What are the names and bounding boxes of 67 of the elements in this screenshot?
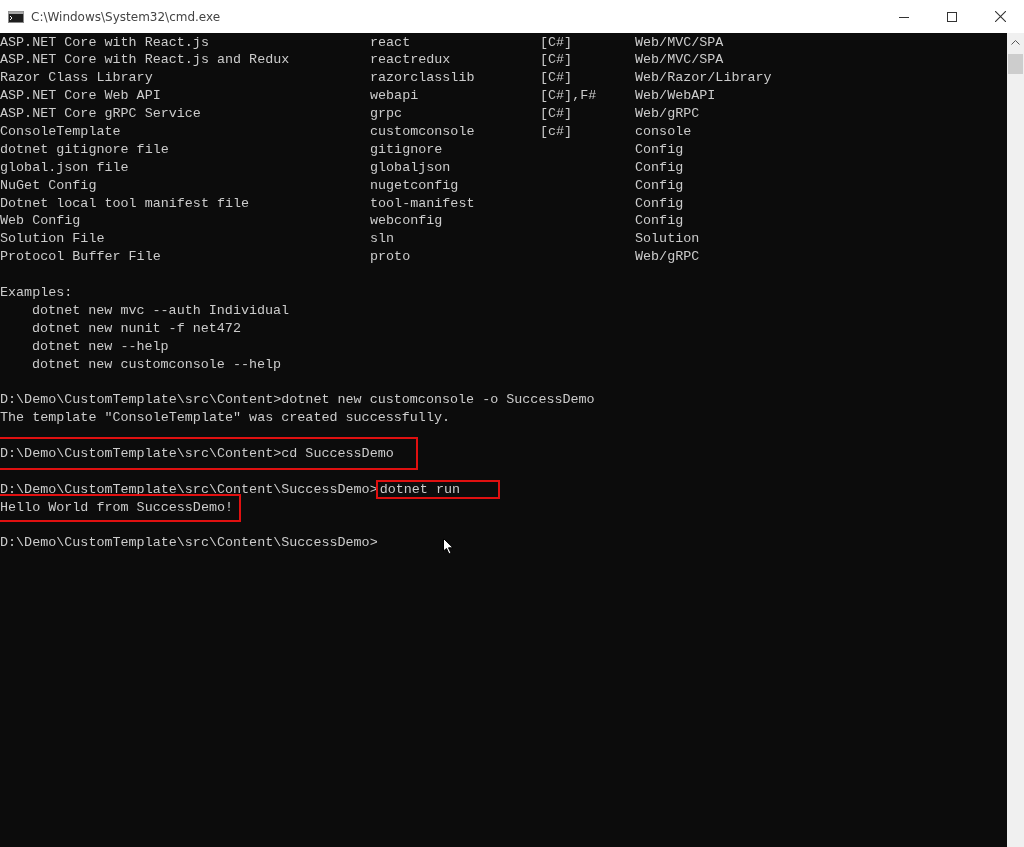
template-tags: Config [635, 140, 1007, 159]
template-short-name: gitignore [370, 140, 444, 159]
template-name: Razor Class Library [0, 69, 154, 88]
template-tags: Web/WebAPI [635, 87, 1007, 106]
output-text: The template "ConsoleTemplate" was created successfully. [0, 410, 450, 426]
command-text: cd SuccessDemo [281, 446, 394, 461]
template-name: ASP.NET Core with React.js [0, 33, 210, 52]
template-name: Dotnet local tool manifest file [0, 194, 251, 213]
template-short-name: nugetconfig [370, 176, 460, 195]
template-short-name: webconfig [370, 212, 444, 231]
output-text: Hello World from SuccessDemo! [0, 495, 240, 520]
template-name: ASP.NET Core gRPC Service [0, 105, 202, 123]
maximize-icon [947, 11, 957, 22]
template-language: [C#] [540, 70, 573, 86]
mouse-pointer-icon [443, 538, 454, 555]
console-icon [8, 10, 24, 23]
template-tags: Solution [635, 230, 1007, 249]
template-tags: console [635, 122, 1007, 141]
examples-heading: Examples: [0, 284, 73, 300]
template-short-name: reactredux [370, 51, 452, 70]
template-short-name: tool-manifest [370, 194, 476, 213]
template-short-name: razorclasslib [370, 69, 476, 88]
template-tags: Config [635, 158, 1007, 177]
template-language: [C#] [540, 34, 573, 50]
template-tags: Config [635, 194, 1007, 213]
example-command: dotnet new --help [32, 338, 169, 354]
prompt-text: D:\Demo\CustomTemplate\src\Content> [0, 446, 282, 461]
template-short-name: webapi [370, 87, 420, 106]
prompt-text: D:\Demo\CustomTemplate\src\Content\SuccessDemo> [0, 535, 378, 551]
template-tags: Web/MVC/SPA [635, 51, 1007, 70]
template-short-name: react [370, 33, 412, 52]
template-name: ASP.NET Core with React.js and Redux [0, 51, 291, 70]
template-name: Web Config [0, 212, 82, 231]
template-language: [C#],F# [540, 88, 597, 104]
example-command: dotnet new nunit -f net472 [32, 320, 241, 336]
template-tags: Config [635, 176, 1007, 195]
scrollbar-thumb[interactable] [1008, 54, 1023, 74]
template-name: dotnet gitignore file [0, 140, 170, 159]
close-icon [994, 11, 1006, 22]
command-text: dotnet run [377, 481, 499, 497]
template-name: NuGet Config [0, 176, 98, 195]
command-text: dotnet new customconsole -o SuccessDemo [281, 392, 595, 408]
example-command: dotnet new customconsole --help [32, 356, 282, 372]
template-name: Solution File [0, 230, 106, 249]
template-name: ConsoleTemplate [0, 122, 122, 141]
template-short-name: globaljson [370, 158, 452, 177]
template-short-name: proto [370, 248, 412, 267]
prompt-text: D:\Demo\CustomTemplate\src\Content> [0, 392, 282, 408]
window-title: C:\Windows\System32\cmd.exe [31, 9, 221, 24]
template-language: [C#] [540, 106, 573, 122]
template-tags: Web/MVC/SPA [635, 33, 1007, 52]
template-tags: Web/gRPC [635, 105, 1007, 123]
template-language: [c#] [540, 123, 573, 139]
template-tags: Config [635, 212, 1007, 231]
template-name: ASP.NET Core Web API [0, 87, 162, 106]
template-short-name: customconsole [370, 122, 476, 141]
example-command: dotnet new mvc --auth Individual [32, 302, 290, 318]
template-tags: Web/Razor/Library [635, 69, 1007, 88]
template-name: Protocol Buffer File [0, 248, 162, 267]
template-short-name: sln [370, 230, 396, 249]
prompt-text: D:\Demo\CustomTemplate\src\Content\SuccessDemo> [0, 481, 378, 497]
scrollbar[interactable] [1007, 33, 1024, 847]
scroll-up-icon[interactable] [1011, 40, 1020, 45]
template-name: global.json file [0, 158, 130, 177]
template-short-name: grpc [370, 105, 404, 123]
template-tags: Web/gRPC [635, 248, 1007, 267]
template-language: [C#] [540, 52, 573, 68]
